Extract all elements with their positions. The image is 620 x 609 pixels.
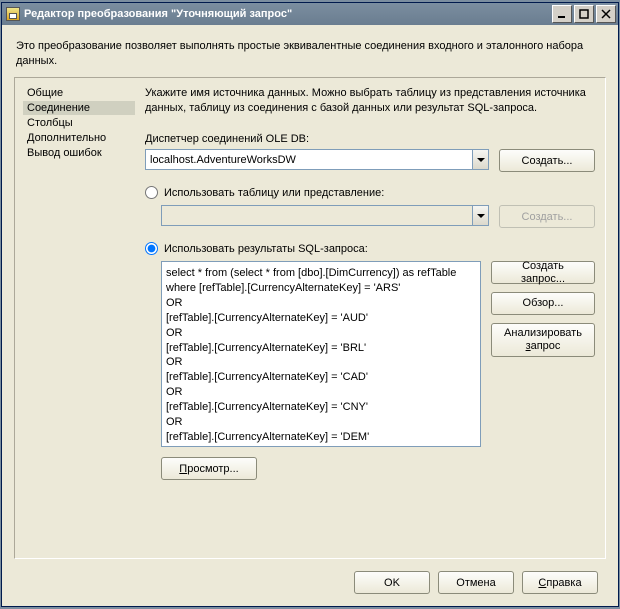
close-button[interactable] (596, 5, 616, 23)
create-table-button: Создать... (499, 205, 595, 228)
chevron-down-icon (477, 214, 485, 218)
connection-dropdown-button[interactable] (472, 149, 489, 170)
nav-item-columns[interactable]: Столбцы (23, 116, 135, 130)
dialog-footer: OK Отмена Справка (14, 559, 606, 606)
ok-button[interactable]: OK (354, 571, 430, 594)
table-dropdown-button (472, 205, 489, 226)
help-button[interactable]: Справка (522, 571, 598, 594)
dialog-window: Редактор преобразования "Уточняющий запр… (1, 2, 619, 607)
nav-item-connection[interactable]: Соединение (23, 101, 135, 115)
option-table-row[interactable]: Использовать таблицу или представление: (145, 186, 595, 199)
table-input (161, 205, 472, 226)
option-sql-row[interactable]: Использовать результаты SQL-запроса: (145, 242, 595, 255)
connection-label: Диспетчер соединений OLE DB: (145, 133, 595, 145)
browse-button[interactable]: Обзор... (491, 292, 595, 315)
nav-item-advanced[interactable]: Дополнительно (23, 131, 135, 145)
radio-use-sql[interactable] (145, 242, 158, 255)
connection-combo[interactable] (145, 149, 489, 170)
create-connection-button[interactable]: Создать... (499, 149, 595, 172)
main-panel: Общие Соединение Столбцы Дополнительно В… (14, 77, 606, 559)
preview-button[interactable]: Просмотр... (161, 457, 257, 480)
option-table-label: Использовать таблицу или представление: (164, 187, 384, 199)
nav-item-general[interactable]: Общие (23, 86, 135, 100)
sql-textarea[interactable]: select * from (select * from [dbo].[DimC… (161, 261, 481, 447)
chevron-down-icon (477, 158, 485, 162)
content-panel: Укажите имя источника данных. Можно выбр… (135, 86, 597, 550)
build-query-button[interactable]: Создать запрос... (491, 261, 595, 284)
window-title: Редактор преобразования "Уточняющий запр… (24, 8, 292, 20)
connection-input[interactable] (145, 149, 472, 170)
minimize-button[interactable] (552, 5, 572, 23)
nav-list: Общие Соединение Столбцы Дополнительно В… (23, 86, 135, 550)
option-sql-label: Использовать результаты SQL-запроса: (164, 243, 368, 255)
app-icon (6, 7, 20, 21)
parse-query-button[interactable]: Анализироватьзапрос (491, 323, 595, 357)
instruction-text: Укажите имя источника данных. Можно выбр… (145, 86, 595, 116)
cancel-button[interactable]: Отмена (438, 571, 514, 594)
dialog-description: Это преобразование позволяет выполнять п… (14, 35, 606, 77)
nav-item-error-output[interactable]: Вывод ошибок (23, 146, 135, 160)
radio-use-table[interactable] (145, 186, 158, 199)
titlebar: Редактор преобразования "Уточняющий запр… (2, 3, 618, 25)
table-combo (161, 205, 489, 226)
maximize-button[interactable] (574, 5, 594, 23)
